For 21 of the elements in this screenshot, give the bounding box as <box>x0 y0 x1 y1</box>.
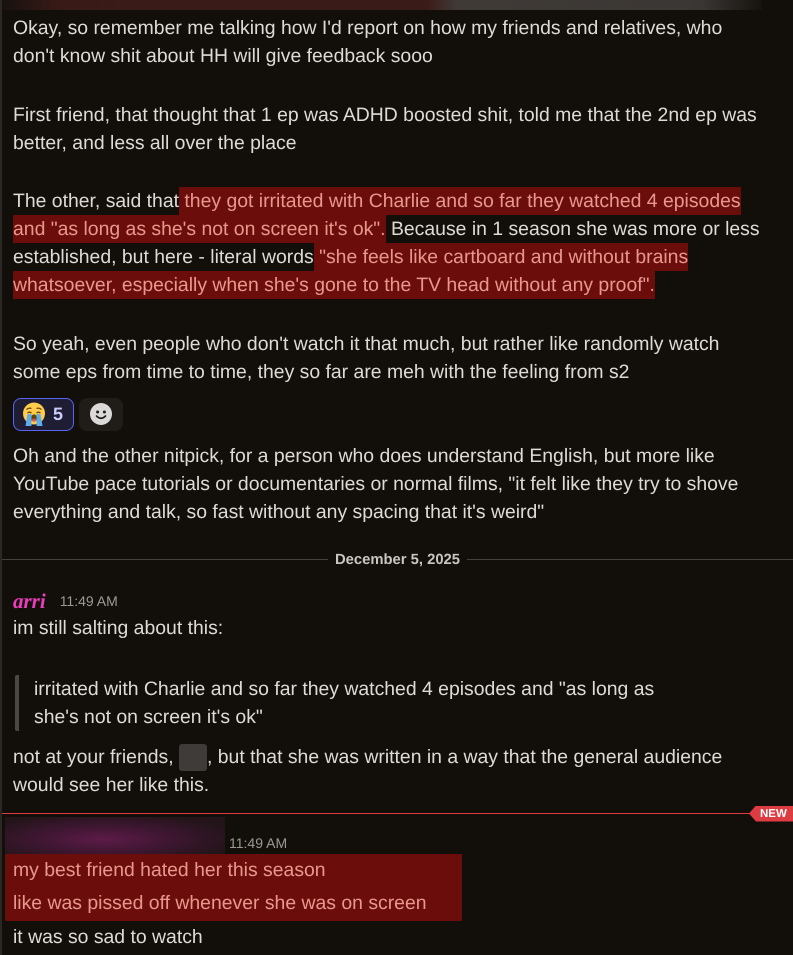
message-text: it was so sad to watch <box>13 924 204 950</box>
message-text: First friend, that thought that 1 ep was ADHD boosted shit, told me that the 2nd ep was better, and less all over the place <box>13 102 758 156</box>
date-label: December 5, 2025 <box>334 552 462 568</box>
new-badge: NEW <box>749 806 793 822</box>
message-text: Oh and the other nitpick, for a person who does understand English, but more like YouTube pace tutorials or documentaries or normal films, "it felt like they try to shove everything and talk, so fast without any spacing that it's weird" <box>13 444 740 524</box>
message-text: Okay, so remember me talking how I'd report on how my friends and relatives, who don't know shit about HH will give feedback sooo <box>13 16 724 69</box>
highlighted-message: like was pissed off whenever she was on screen <box>5 887 462 920</box>
message-text: not at your friends, , but that she was written in a way that the general audience would see her like this. <box>13 742 724 798</box>
quote-text: irritated with Charlie and so far they watched 4 episodes and "as long as she's not on screen it's ok" <box>34 676 656 730</box>
timestamp: 11:49 AM <box>60 592 118 610</box>
redacted-block <box>179 744 207 770</box>
crying-face-icon <box>22 402 46 426</box>
add-reaction-button[interactable] <box>79 398 124 430</box>
message-text: So yeah, even people who don't watch it that much, but rather like randomly watch some eps from time to time, they so far are meh with the feeling from s2 <box>13 332 720 384</box>
timestamp: 11:49 AM <box>229 834 288 852</box>
username[interactable]: arri <box>13 590 46 612</box>
smiley-face-icon <box>90 403 112 425</box>
highlighted-message: my best friend hated her this season <box>5 854 462 887</box>
message-text: im still salting about this: <box>13 616 224 640</box>
message-text: The other, said that they got irritated with Charlie and so far they watched 4 episodes and "as long as she's not on screen it's ok". Because in 1 season she was more or less established, but here - literal words "she feels like cartboard and without brains whatsoever, especially when she's gone to the TV head without any proof". <box>13 187 767 299</box>
reaction-button[interactable]: 5 <box>13 398 74 430</box>
